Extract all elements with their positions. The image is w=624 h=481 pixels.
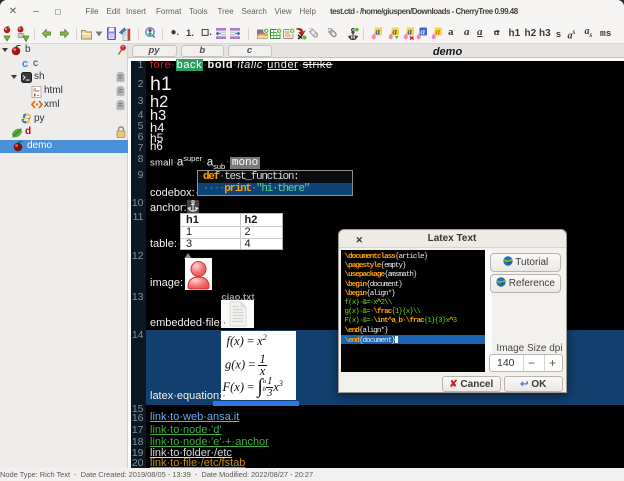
svg-text:a: a	[392, 27, 397, 37]
svg-text:a: a	[375, 27, 380, 37]
svg-text:a: a	[420, 27, 425, 37]
svg-text:a: a	[408, 27, 413, 37]
svg-text:a: a	[435, 27, 440, 37]
